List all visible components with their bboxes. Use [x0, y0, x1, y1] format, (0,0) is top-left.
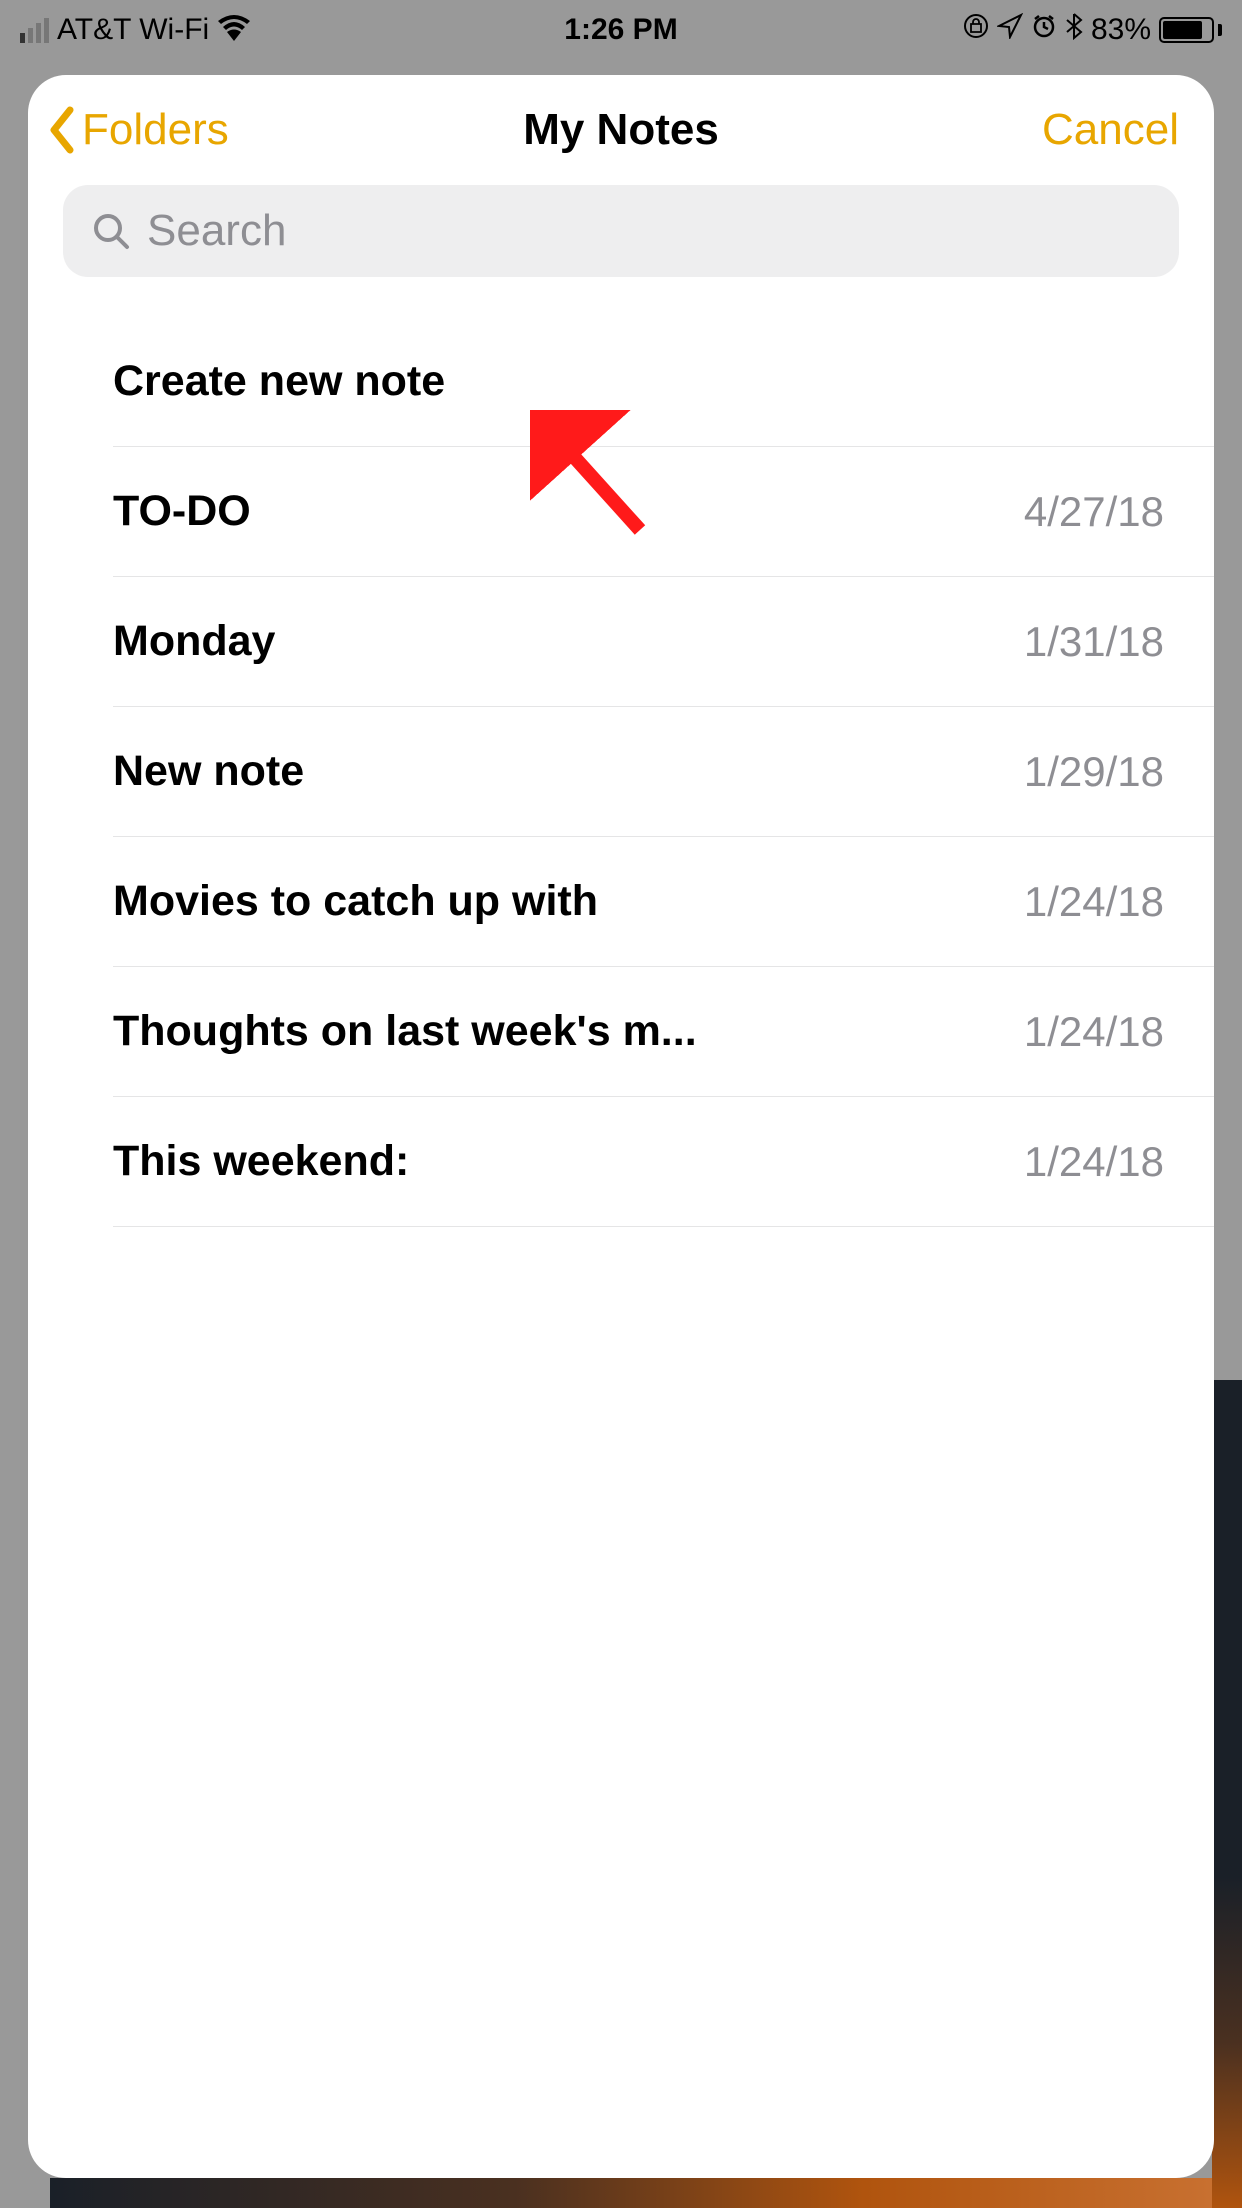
row-date: 1/24/18 [1024, 878, 1164, 926]
row-title: Movies to catch up with [113, 877, 598, 926]
row-title: New note [113, 747, 304, 796]
back-label: Folders [82, 105, 229, 155]
alarm-icon [1031, 13, 1057, 47]
note-row[interactable]: Monday 1/31/18 [113, 577, 1214, 707]
cancel-button[interactable]: Cancel [1042, 105, 1179, 155]
row-date: 4/27/18 [1024, 488, 1164, 536]
carrier-label: AT&T Wi-Fi [57, 13, 209, 47]
wifi-icon [217, 12, 251, 49]
clock: 1:26 PM [564, 13, 677, 47]
note-row[interactable]: TO-DO 4/27/18 [113, 447, 1214, 577]
row-title: Monday [113, 617, 275, 666]
signal-icon [20, 18, 49, 43]
note-row[interactable]: Movies to catch up with 1/24/18 [113, 837, 1214, 967]
search-icon [91, 211, 131, 251]
note-row[interactable]: This weekend: 1/24/18 [113, 1097, 1214, 1227]
create-new-note-row[interactable]: Create new note [113, 317, 1214, 447]
nav-bar: Folders My Notes Cancel [28, 105, 1214, 185]
notes-list: Create new note TO-DO 4/27/18 Monday 1/3… [28, 317, 1214, 1227]
background-peek [1212, 1380, 1242, 2208]
row-date: 1/31/18 [1024, 618, 1164, 666]
row-title: This weekend: [113, 1137, 409, 1186]
row-title: TO-DO [113, 487, 251, 536]
row-title: Create new note [113, 357, 445, 406]
battery-icon [1159, 17, 1222, 43]
page-title: My Notes [523, 105, 719, 155]
back-button[interactable]: Folders [46, 105, 229, 155]
row-date: 1/24/18 [1024, 1138, 1164, 1186]
notes-sheet: Folders My Notes Cancel Create new note … [28, 75, 1214, 2178]
row-title: Thoughts on last week's m... [113, 1007, 697, 1056]
row-date: 1/24/18 [1024, 1008, 1164, 1056]
chevron-left-icon [46, 106, 76, 154]
location-icon [997, 13, 1023, 47]
row-date: 1/29/18 [1024, 748, 1164, 796]
note-row[interactable]: Thoughts on last week's m... 1/24/18 [113, 967, 1214, 1097]
status-bar: AT&T Wi-Fi 1:26 PM 83% [0, 0, 1242, 60]
search-bar[interactable] [63, 185, 1179, 277]
background-peek [50, 2178, 1212, 2208]
orientation-lock-icon [963, 13, 989, 47]
search-input[interactable] [147, 206, 1151, 256]
note-row[interactable]: New note 1/29/18 [113, 707, 1214, 837]
bluetooth-icon [1065, 12, 1083, 48]
battery-percent: 83% [1091, 13, 1151, 47]
